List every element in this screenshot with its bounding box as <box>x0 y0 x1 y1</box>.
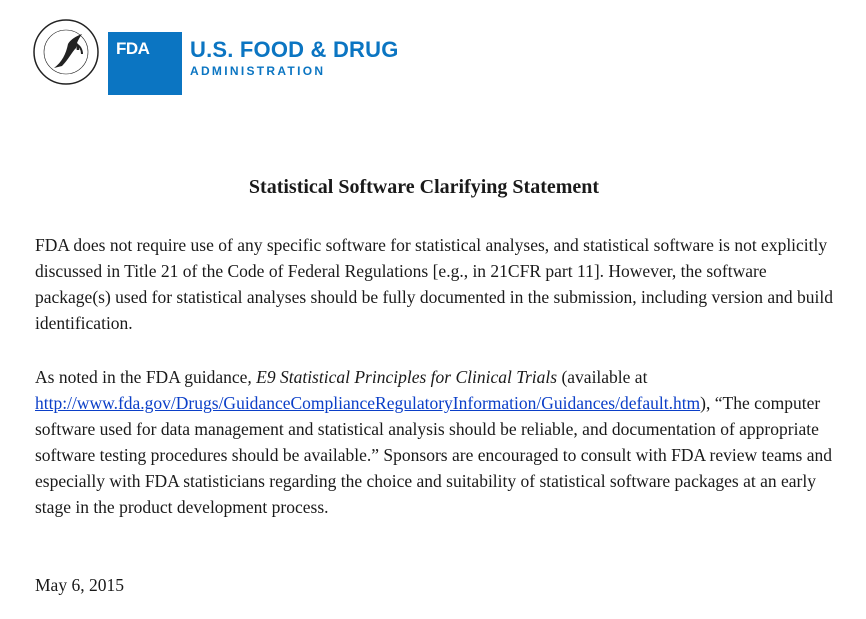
document-date: May 6, 2015 <box>35 575 124 595</box>
agency-name-line2: ADMINISTRATION <box>190 64 326 78</box>
paragraph-2-available-at: (available at <box>557 367 648 387</box>
agency-name-line1: U.S. FOOD & DRUG <box>190 37 399 62</box>
page-header: FDA U.S. FOOD & DRUG ADMINISTRATION <box>32 18 452 95</box>
agency-name: U.S. FOOD & DRUG ADMINISTRATION <box>190 37 399 79</box>
paragraph-2: As noted in the FDA guidance, E9 Statist… <box>35 364 835 520</box>
guidance-link[interactable]: http://www.fda.gov/Drugs/GuidanceComplia… <box>35 393 700 413</box>
fda-logo-mark: FDA <box>108 32 182 95</box>
hhs-seal-icon <box>33 19 99 85</box>
paragraph-1: FDA does not require use of any specific… <box>35 235 834 333</box>
document-title: Statistical Software Clarifying Statemen… <box>248 176 600 198</box>
paragraph-2-comma: , <box>247 367 257 387</box>
guidance-title: E9 Statistical Principles for Clinical T… <box>256 367 558 387</box>
paragraph-2-intro: As noted in the FDA guidance <box>35 367 248 387</box>
